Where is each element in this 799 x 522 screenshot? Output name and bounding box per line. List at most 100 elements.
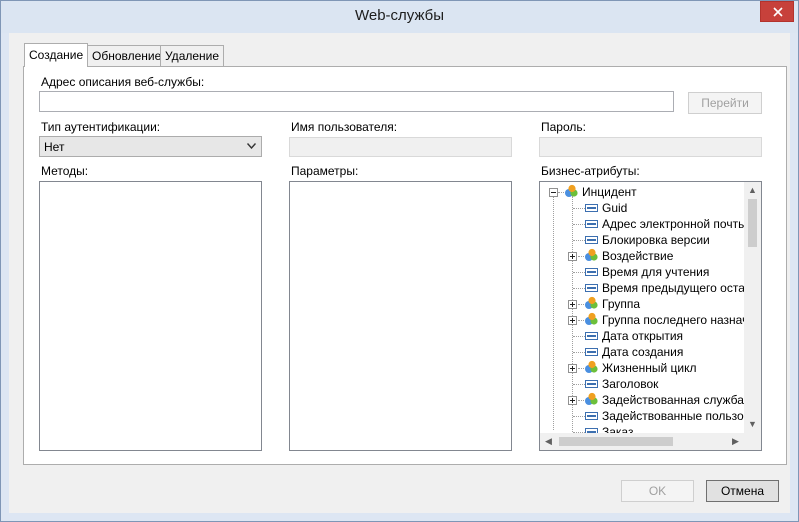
auth-type-value: Нет [44, 140, 65, 154]
tree-node-version-lock[interactable]: Блокировка версии [540, 232, 746, 248]
scrollbar-corner [744, 433, 761, 450]
scroll-up-icon[interactable]: ▲ [744, 182, 761, 199]
expand-toggle-icon[interactable] [568, 364, 577, 373]
entity-icon [585, 392, 598, 405]
title-bar[interactable]: Web-службы [1, 1, 798, 33]
cancel-button-label: Отмена [720, 484, 765, 498]
parameters-label: Параметры: [291, 164, 359, 178]
tree-node-last-assigned-group[interactable]: Группа последнего назначе [540, 312, 746, 328]
tree-node-label: Дата создания [602, 345, 684, 359]
tree-node-label: Жизненный цикл [602, 361, 697, 375]
tree-node-email[interactable]: Адрес электронной почты о [540, 216, 746, 232]
tab-label: Создание [29, 48, 84, 62]
ok-button[interactable]: OK [621, 480, 694, 502]
username-input[interactable] [289, 137, 512, 157]
field-icon [585, 220, 598, 228]
tree-connector [573, 288, 585, 289]
parameters-list[interactable] [289, 181, 512, 451]
tree-node-affected-users[interactable]: Задействованные пользова [540, 408, 746, 424]
methods-list[interactable] [39, 181, 262, 451]
password-input[interactable] [539, 137, 762, 157]
tree-connector [573, 384, 585, 385]
field-icon [585, 284, 598, 292]
tree-connector [573, 416, 585, 417]
business-attributes-tree[interactable]: Инцидент Guid Адрес электронной почты о [539, 181, 762, 451]
tree-node-label: Guid [602, 201, 628, 215]
tree-horizontal-scrollbar[interactable]: ◀ ▶ [540, 433, 744, 450]
entity-icon [585, 248, 598, 261]
expand-toggle-icon[interactable] [568, 300, 577, 309]
chevron-down-icon [247, 143, 256, 149]
tree-node-accounting-time[interactable]: Время для учтения [540, 264, 746, 280]
dialog-body: Создание Обновление Удаление Адрес описа… [9, 33, 790, 513]
scroll-thumb[interactable] [748, 199, 757, 247]
tree-node-label: Дата открытия [602, 329, 684, 343]
password-label: Пароль: [541, 120, 586, 134]
field-icon [585, 236, 598, 244]
tree-node-previous-stop-time[interactable]: Время предыдущего останс [540, 280, 746, 296]
collapse-toggle-icon[interactable] [549, 188, 558, 197]
tree-node-label: Время для учтения [602, 265, 710, 279]
username-label: Имя пользователя: [291, 120, 398, 134]
tab-delete[interactable]: Удаление [160, 45, 225, 66]
expand-toggle-icon[interactable] [568, 316, 577, 325]
tree-node-order[interactable]: Заказ [540, 424, 746, 433]
field-icon [585, 268, 598, 276]
field-icon [585, 412, 598, 420]
expand-toggle-icon[interactable] [568, 396, 577, 405]
tab-create[interactable]: Создание [24, 43, 89, 67]
go-button-label: Перейти [701, 96, 749, 110]
window-title: Web-службы [354, 7, 445, 24]
field-icon [585, 204, 598, 212]
tree-node-open-date[interactable]: Дата открытия [540, 328, 746, 344]
tree-node-lifecycle[interactable]: Жизненный цикл [540, 360, 746, 376]
business-attributes-label: Бизнес-атрибуты: [541, 164, 640, 178]
wsdl-label: Адрес описания веб-службы: [41, 75, 205, 89]
expand-toggle-icon[interactable] [568, 252, 577, 261]
tree-node-created-date[interactable]: Дата создания [540, 344, 746, 360]
tree-node-label: Время предыдущего останс [602, 281, 746, 295]
tree-connector [573, 336, 585, 337]
scroll-down-icon[interactable]: ▼ [744, 416, 761, 433]
auth-type-label: Тип аутентификации: [41, 120, 161, 134]
tree-connector [573, 224, 585, 225]
entity-icon [585, 296, 598, 309]
ok-button-label: OK [648, 484, 667, 498]
scroll-right-icon[interactable]: ▶ [727, 433, 744, 450]
entity-icon [585, 360, 598, 373]
wsdl-address-input[interactable] [39, 91, 674, 112]
web-services-dialog: Web-службы Создание Обновление Удаление … [0, 0, 799, 522]
tree-node-title[interactable]: Заголовок [540, 376, 746, 392]
tab-label: Удаление [165, 49, 220, 63]
tree-node-label: Воздействие [602, 249, 674, 263]
close-icon [773, 7, 783, 17]
tree-vertical-scrollbar[interactable]: ▲ ▼ [744, 182, 761, 433]
go-button[interactable]: Перейти [688, 92, 762, 114]
field-icon [585, 332, 598, 340]
cancel-button[interactable]: Отмена [706, 480, 779, 502]
tree-connector [573, 272, 585, 273]
tree-node-affected-service[interactable]: Задействованная служба [540, 392, 746, 408]
tab-update[interactable]: Обновление [87, 45, 167, 66]
entity-icon [565, 184, 578, 197]
tree-node-root[interactable]: Инцидент [540, 184, 746, 200]
scroll-left-icon[interactable]: ◀ [540, 433, 557, 450]
tree-node-label: Заголовок [602, 377, 659, 391]
tree-node-label: Адрес электронной почты о [602, 217, 746, 231]
tree-node-label: Группа [602, 297, 641, 311]
tree-node-label: Заказ [602, 425, 634, 433]
auth-type-select[interactable]: Нет [39, 136, 262, 157]
tree-connector [573, 208, 585, 209]
field-icon [585, 380, 598, 388]
tree-node-label: Блокировка версии [602, 233, 710, 247]
tree-node-guid[interactable]: Guid [540, 200, 746, 216]
tree-node-impact[interactable]: Воздействие [540, 248, 746, 264]
close-button[interactable] [760, 1, 794, 22]
tree-node-group[interactable]: Группа [540, 296, 746, 312]
tree-connector [573, 352, 585, 353]
tree-node-label: Задействованные пользова [602, 409, 746, 423]
tab-label: Обновление [92, 49, 162, 63]
entity-icon [585, 312, 598, 325]
scroll-thumb[interactable] [559, 437, 673, 446]
tree-node-label: Группа последнего назначе [602, 313, 746, 327]
